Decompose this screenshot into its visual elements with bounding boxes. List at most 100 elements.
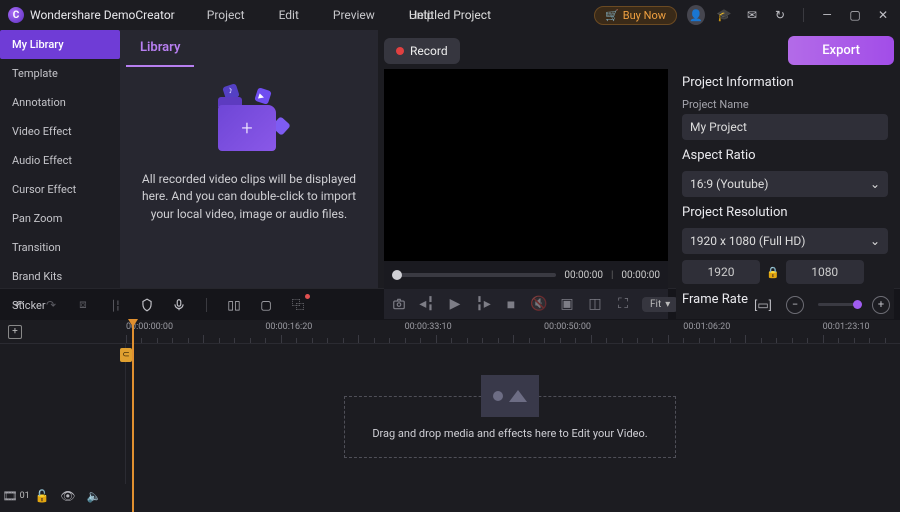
fit-timeline-icon[interactable]: [▭] bbox=[754, 296, 772, 314]
sidebar-item-my-library[interactable]: My Library bbox=[0, 30, 120, 59]
divider bbox=[206, 298, 207, 312]
aspect-ratio-value: 16:9 (Youtube) bbox=[690, 177, 768, 191]
sidebar-item-brand-kits[interactable]: Brand Kits bbox=[0, 262, 120, 291]
mail-icon[interactable]: ✉ bbox=[743, 6, 761, 24]
resolution-select[interactable]: 1920 x 1080 (Full HD) ⌄ bbox=[682, 228, 888, 254]
app-logo: C bbox=[8, 7, 24, 23]
close-icon[interactable]: ✕ bbox=[874, 6, 892, 24]
lock-icon[interactable]: 🔒 bbox=[766, 266, 780, 279]
project-info-panel: Project Information Project Name Aspect … bbox=[676, 69, 894, 319]
minimize-icon[interactable]: — bbox=[818, 6, 836, 24]
title-bar: C Wondershare DemoCreator Project Edit P… bbox=[0, 0, 900, 30]
education-icon[interactable]: 🎓 bbox=[715, 6, 733, 24]
sidebar-item-transition[interactable]: Transition bbox=[0, 233, 120, 262]
ruler-tick: 00:00:16:20 bbox=[265, 322, 312, 332]
split-icon[interactable]: ∣¦ bbox=[106, 296, 124, 314]
video-canvas[interactable] bbox=[384, 69, 668, 261]
import-illustration[interactable]: ♪ + bbox=[204, 91, 294, 161]
fit-dropdown[interactable]: Fit▾ bbox=[642, 297, 678, 312]
clip-marker[interactable]: ⊂ bbox=[120, 348, 132, 362]
project-title: Untitled Project bbox=[409, 8, 491, 22]
update-icon[interactable]: ↻ bbox=[771, 6, 789, 24]
menu-project[interactable]: Project bbox=[193, 8, 259, 22]
zoom-in-icon[interactable]: + bbox=[872, 296, 890, 314]
volume-icon[interactable]: 🔇 bbox=[530, 295, 548, 313]
export-button[interactable]: Export bbox=[788, 36, 894, 65]
buy-now-label: Buy Now bbox=[623, 9, 666, 22]
aspect-ratio-select[interactable]: 16:9 (Youtube) ⌄ bbox=[682, 171, 888, 197]
sidebar-item-template[interactable]: Template bbox=[0, 59, 120, 88]
time-current: 00:00:00 bbox=[564, 270, 603, 281]
sidebar-item-audio-effect[interactable]: Audio Effect bbox=[0, 146, 120, 175]
ruler-tick: 00:00:50:00 bbox=[544, 322, 591, 332]
plus-icon: + bbox=[241, 116, 252, 140]
info-heading: Project Information bbox=[682, 75, 888, 90]
redo-icon[interactable]: ↷ bbox=[42, 296, 60, 314]
voiceover-icon[interactable] bbox=[170, 296, 188, 314]
video-chip-icon bbox=[254, 87, 272, 105]
crop-icon[interactable]: ⧈ bbox=[74, 296, 92, 314]
folder-icon: + bbox=[218, 105, 276, 151]
media-placeholder-icon bbox=[481, 375, 539, 417]
visibility-icon[interactable]: 👁 bbox=[60, 488, 76, 504]
library-hint: All recorded video clips will be display… bbox=[120, 161, 378, 233]
ungroup-icon[interactable]: ▢ bbox=[257, 296, 275, 314]
time-ruler[interactable]: 00:00:00:00 00:00:16:20 00:00:33:10 00:0… bbox=[126, 320, 900, 343]
app-name: Wondershare DemoCreator bbox=[30, 8, 175, 22]
marker-icon[interactable] bbox=[138, 296, 156, 314]
height-field[interactable]: 1080 bbox=[786, 260, 864, 284]
library-tab[interactable]: Library bbox=[126, 30, 194, 67]
library-panel: Library ♪ + All recorded video clips wil… bbox=[120, 30, 378, 288]
resolution-label: Project Resolution bbox=[682, 205, 888, 220]
buy-now-button[interactable]: 🛒 Buy Now bbox=[594, 6, 677, 25]
prev-frame-icon[interactable]: ◂╏ bbox=[418, 295, 436, 313]
track-area[interactable]: Drag and drop media and effects here to … bbox=[126, 344, 900, 484]
add-track-button[interactable]: + bbox=[8, 325, 22, 339]
project-name-input[interactable] bbox=[682, 114, 888, 140]
record-label: Record bbox=[410, 44, 448, 58]
zoom-slider[interactable] bbox=[818, 303, 858, 306]
grid-icon[interactable]: ◫ bbox=[586, 295, 604, 313]
next-frame-icon[interactable]: ╏▸ bbox=[474, 295, 492, 313]
group-icon[interactable]: ▯▯ bbox=[225, 296, 243, 314]
sidebar-item-video-effect[interactable]: Video Effect bbox=[0, 117, 120, 146]
track-count-icon[interactable]: 🎞01 bbox=[8, 488, 24, 504]
preview-player: 00:00:00 | 00:00:00 ◂╏ ▶ ╏▸ ■ bbox=[384, 69, 668, 319]
ruler-tick: 00:01:23:10 bbox=[823, 322, 870, 332]
sidebar-item-pan-zoom[interactable]: Pan Zoom bbox=[0, 204, 120, 233]
drop-zone[interactable]: Drag and drop media and effects here to … bbox=[344, 396, 676, 458]
divider bbox=[803, 8, 804, 22]
playhead[interactable] bbox=[132, 320, 134, 512]
seek-slider[interactable] bbox=[392, 273, 556, 277]
sidebar-item-cursor-effect[interactable]: Cursor Effect bbox=[0, 175, 120, 204]
safe-zone-icon[interactable]: ▣ bbox=[558, 295, 576, 313]
time-total: 00:00:00 bbox=[621, 270, 660, 281]
chevron-down-icon: ⌄ bbox=[870, 234, 880, 248]
fullscreen-icon[interactable]: ⛶ bbox=[614, 295, 632, 313]
timeline: + 00:00:00:00 00:00:16:20 00:00:33:10 00… bbox=[0, 320, 900, 512]
track-headers bbox=[0, 344, 126, 484]
project-name-label: Project Name bbox=[682, 98, 888, 111]
menu-preview[interactable]: Preview bbox=[319, 8, 389, 22]
sidebar-item-annotation[interactable]: Annotation bbox=[0, 88, 120, 117]
menu-edit[interactable]: Edit bbox=[265, 8, 313, 22]
chevron-down-icon: ⌄ bbox=[870, 177, 880, 191]
ruler-tick: 00:01:06:20 bbox=[683, 322, 730, 332]
play-icon[interactable]: ▶ bbox=[446, 295, 464, 313]
aspect-ratio-label: Aspect Ratio bbox=[682, 148, 888, 163]
width-field[interactable]: 1920 bbox=[682, 260, 760, 284]
stop-icon[interactable]: ■ bbox=[502, 295, 520, 313]
snapshot-icon[interactable] bbox=[390, 295, 408, 313]
record-button[interactable]: Record bbox=[384, 38, 460, 64]
record-dot-icon bbox=[396, 47, 404, 55]
link-icon[interactable]: ⿻ bbox=[289, 296, 307, 314]
account-icon[interactable]: 👤 bbox=[687, 6, 705, 24]
zoom-out-icon[interactable]: − bbox=[786, 296, 804, 314]
undo-icon[interactable]: ↶ bbox=[10, 296, 28, 314]
unlock-icon[interactable]: 🔓 bbox=[34, 488, 50, 504]
maximize-icon[interactable]: ▢ bbox=[846, 6, 864, 24]
resolution-value: 1920 x 1080 (Full HD) bbox=[690, 234, 806, 248]
drop-hint: Drag and drop media and effects here to … bbox=[372, 427, 647, 440]
mute-track-icon[interactable]: 🔈 bbox=[86, 488, 102, 504]
ruler-tick: 00:00:33:10 bbox=[405, 322, 452, 332]
